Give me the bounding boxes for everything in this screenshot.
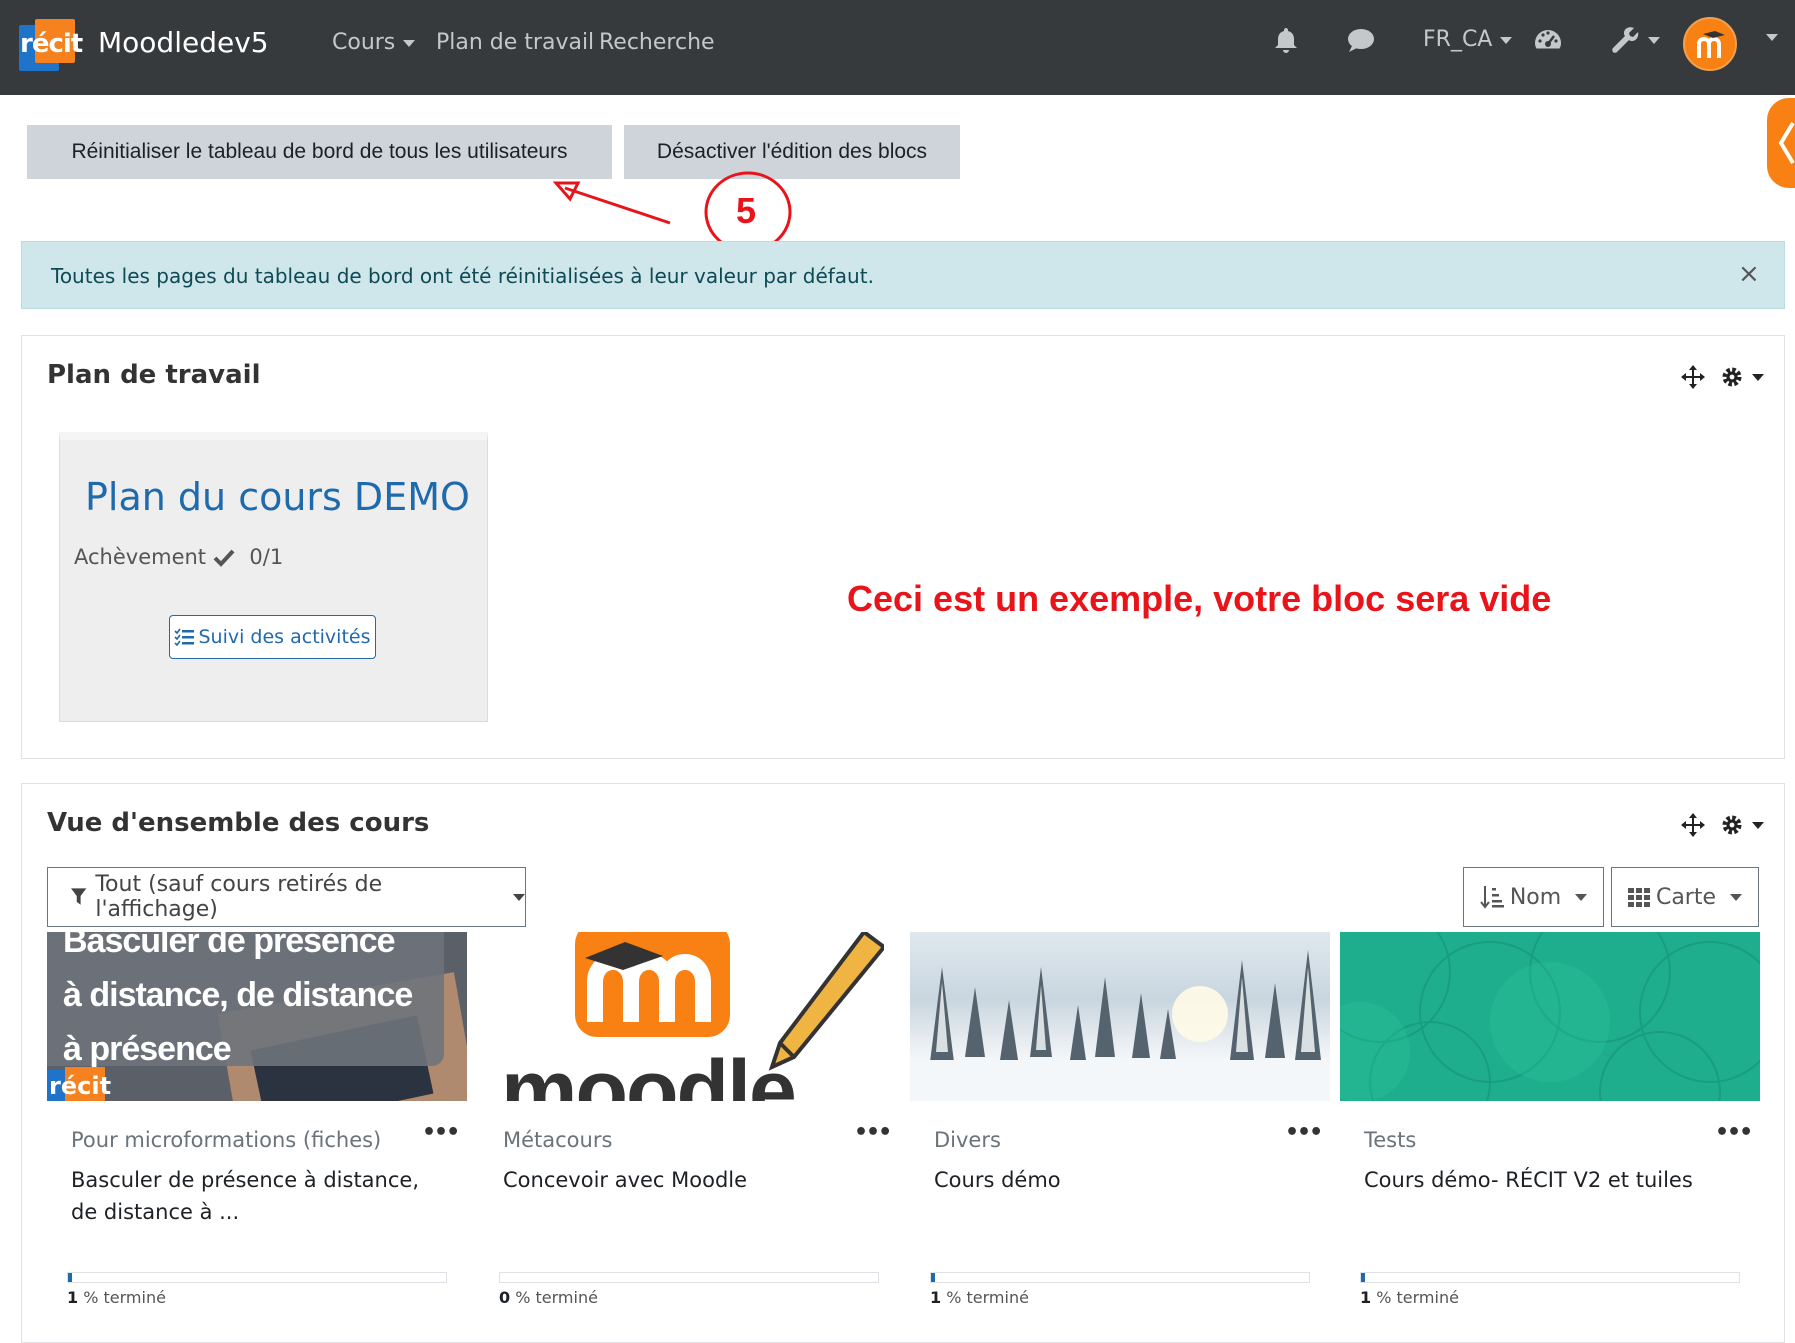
nav-recherche[interactable]: Recherche — [599, 30, 715, 55]
language-menu[interactable]: FR_CA — [1423, 27, 1513, 52]
course-category: Tests — [1364, 1128, 1417, 1152]
course-card[interactable]: Divers ••• Cours démo 1 % terminé — [910, 932, 1330, 1317]
bell-icon[interactable] — [1270, 24, 1302, 56]
chat-icon[interactable] — [1345, 24, 1377, 56]
user-avatar[interactable] — [1683, 17, 1737, 71]
admin-menu[interactable] — [1608, 24, 1660, 56]
course-name[interactable]: Basculer de présence à distance, de dist… — [71, 1164, 421, 1228]
recit-logo: récit — [49, 1072, 112, 1100]
progress-bar — [499, 1272, 879, 1283]
reset-dashboard-button[interactable]: Réinitialiser le tableau de bord de tous… — [27, 125, 612, 179]
chevron-down-icon — [1575, 893, 1588, 901]
site-name[interactable]: Moodledev5 — [98, 26, 269, 59]
drawer-toggle[interactable] — [1767, 98, 1795, 188]
chevron-down-icon — [403, 39, 416, 47]
course-image[interactable] — [1340, 932, 1760, 1101]
course-image-text: Basculer de présence — [63, 932, 396, 960]
course-category: Métacours — [503, 1128, 613, 1152]
moodle-wordmark: moodle — [501, 1043, 797, 1101]
disable-block-editing-button[interactable]: Désactiver l'édition des blocs — [624, 125, 960, 179]
move-icon[interactable] — [1680, 812, 1706, 838]
dashboard-icon[interactable] — [1532, 24, 1564, 56]
course-card[interactable]: Basculer de présence à distance, de dist… — [47, 932, 467, 1317]
sort-dropdown[interactable]: Nom — [1463, 867, 1604, 927]
chevron-down-icon — [1752, 373, 1764, 381]
course-plan-card: Plan du cours DEMO Achèvement 0/1 Suivi … — [59, 432, 488, 722]
course-image[interactable]: Basculer de présence à distance, de dist… — [47, 932, 467, 1101]
alert-message: Toutes les pages du tableau de bord ont … — [51, 264, 874, 288]
progress-bar — [67, 1272, 447, 1283]
chevron-down-icon — [1752, 821, 1764, 829]
filter-icon — [70, 888, 87, 905]
more-actions-icon[interactable]: ••• — [854, 1120, 892, 1145]
view-dropdown[interactable]: Carte — [1611, 867, 1759, 927]
course-filter-dropdown[interactable]: Tout (sauf cours retirés de l'affichage) — [47, 867, 526, 927]
block-controls — [1680, 364, 1764, 390]
course-image[interactable]: moodle — [479, 932, 899, 1101]
check-icon — [213, 549, 235, 567]
course-card[interactable]: moodle Métacours ••• Concevoir avec Mood… — [479, 932, 899, 1317]
chevron-down-icon — [1730, 893, 1743, 901]
progress-text: 1 % terminé — [67, 1288, 166, 1307]
course-image[interactable] — [910, 932, 1330, 1101]
block-controls — [1680, 812, 1764, 838]
course-name[interactable]: Concevoir avec Moodle — [503, 1164, 853, 1196]
course-category: Pour microformations (fiches) — [71, 1128, 382, 1152]
site-logo[interactable]: récit — [19, 19, 83, 71]
completion-status: Achèvement 0/1 — [74, 545, 284, 569]
chevron-down-icon — [1648, 36, 1660, 44]
more-actions-icon[interactable]: ••• — [422, 1120, 460, 1145]
progress-text: 1 % terminé — [930, 1288, 1029, 1307]
navbar: récit Moodledev5 Cours Plan de travail R… — [0, 0, 1795, 95]
chevron-down-icon — [513, 893, 525, 901]
block-settings-menu[interactable] — [1720, 365, 1764, 389]
course-name[interactable]: Cours démo- RÉCIT V2 et tuiles — [1364, 1164, 1714, 1196]
block-settings-menu[interactable] — [1720, 813, 1764, 837]
completion-value: 0/1 — [249, 545, 284, 569]
user-menu-chevron-icon[interactable] — [1766, 34, 1778, 41]
annotation-note: Ceci est un exemple, votre bloc sera vid… — [847, 578, 1552, 619]
progress-bar — [1360, 1272, 1740, 1283]
nav-cours[interactable]: Cours — [332, 30, 416, 55]
tasks-list-icon — [174, 628, 195, 646]
course-plan-title[interactable]: Plan du cours DEMO — [85, 475, 470, 519]
block-title: Plan de travail — [47, 360, 261, 390]
course-category: Divers — [934, 1128, 1001, 1152]
winter-forest-image — [910, 950, 1330, 1101]
moodle-m-icon — [1697, 31, 1725, 58]
sort-amount-icon — [1480, 886, 1504, 909]
course-name[interactable]: Cours démo — [934, 1164, 1284, 1196]
annotation-step-number: 5 — [736, 190, 757, 231]
success-alert: Toutes les pages du tableau de bord ont … — [21, 241, 1785, 309]
progress-text: 1 % terminé — [1360, 1288, 1459, 1307]
progress-text: 0 % terminé — [499, 1288, 598, 1307]
more-actions-icon[interactable]: ••• — [1285, 1120, 1323, 1145]
activity-tracking-button[interactable]: Suivi des activités — [169, 615, 376, 659]
grid-icon — [1627, 888, 1650, 907]
course-image-text: à distance, de distance — [63, 976, 413, 1014]
block-title: Vue d'ensemble des cours — [47, 808, 430, 838]
course-image-text: à présence — [63, 1030, 232, 1068]
chevron-left-icon — [1778, 121, 1795, 165]
logo-text: récit — [20, 29, 83, 59]
pattern-image — [1340, 932, 1760, 1101]
moodle-logo-icon — [585, 942, 711, 1022]
move-icon[interactable] — [1680, 364, 1706, 390]
close-icon[interactable]: × — [1738, 259, 1760, 289]
progress-bar — [930, 1272, 1310, 1283]
more-actions-icon[interactable]: ••• — [1715, 1120, 1753, 1145]
nav-plan-de-travail[interactable]: Plan de travail — [436, 30, 594, 55]
gear-icon — [1722, 367, 1742, 387]
wrench-icon — [1612, 27, 1639, 53]
chevron-down-icon — [1500, 36, 1513, 44]
course-card[interactable]: Tests ••• Cours démo- RÉCIT V2 et tuiles… — [1340, 932, 1760, 1317]
gear-icon — [1722, 815, 1742, 835]
